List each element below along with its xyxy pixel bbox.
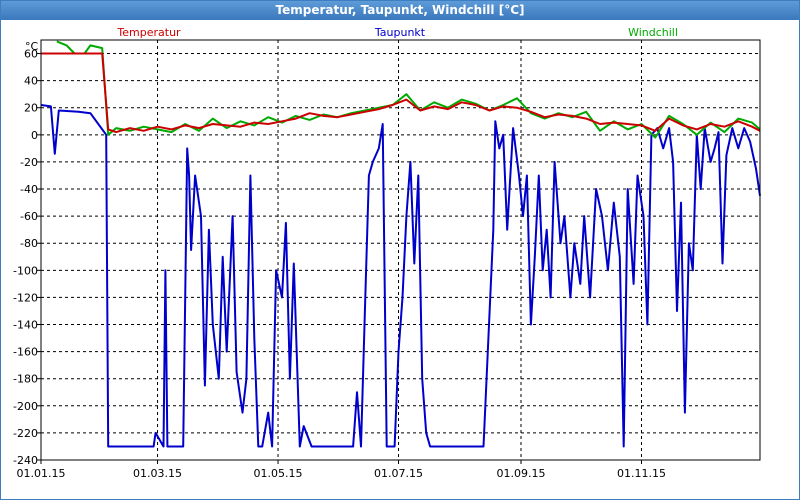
y-axis-unit: °C	[25, 40, 39, 53]
y-tick-label: -60	[20, 210, 38, 223]
y-tick-label: -100	[13, 264, 38, 277]
y-tick-label: 40	[24, 75, 38, 88]
plot-background	[41, 40, 760, 460]
x-tick-label: 01.07.15	[374, 467, 423, 480]
y-tick-label: -20	[20, 156, 38, 169]
y-tick-label: -220	[13, 427, 38, 440]
x-tick-label: 01.11.15	[617, 467, 666, 480]
y-tick-label: -200	[13, 400, 38, 413]
x-tick-label: 01.03.15	[133, 467, 182, 480]
chart-area: 6040200-20-40-60-80-100-120-140-160-180-…	[13, 26, 761, 480]
y-tick-label: -40	[20, 183, 38, 196]
legend-windchill: Windchill	[628, 26, 678, 39]
legend-temperatur: Temperatur	[116, 26, 181, 39]
x-tick-label: 01.01.15	[17, 467, 66, 480]
window-title: Temperatur, Taupunkt, Windchill [°C]	[1, 1, 799, 20]
y-tick-label: -180	[13, 373, 38, 386]
legend: Temperatur Taupunkt Windchill	[116, 26, 678, 39]
x-tick-label: 01.05.15	[254, 467, 303, 480]
x-tick-label: 01.09.15	[496, 467, 545, 480]
y-tick-label: 0	[31, 129, 38, 142]
y-tick-label: -80	[20, 237, 38, 250]
y-tick-label: -140	[13, 319, 38, 332]
y-tick-label: 20	[24, 102, 38, 115]
y-tick-label: -160	[13, 346, 38, 359]
y-tick-label: -120	[13, 291, 38, 304]
chart-window: Temperatur, Taupunkt, Windchill [°C] 60 4…	[0, 0, 800, 500]
y-tick-label: -240	[13, 454, 38, 467]
legend-taupunkt: Taupunkt	[374, 26, 426, 39]
